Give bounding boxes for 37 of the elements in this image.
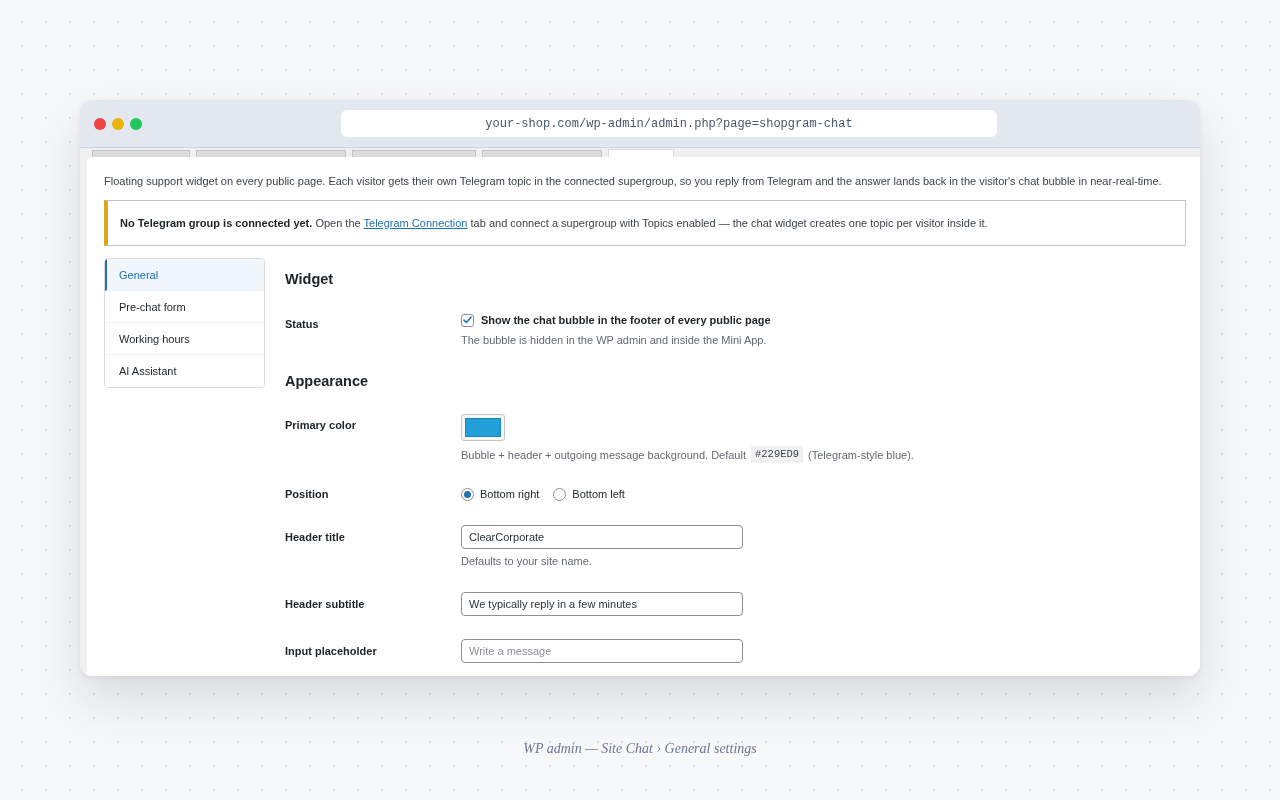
nav-tab[interactable] [608, 149, 674, 157]
field-label: Primary color [285, 418, 357, 433]
notice-link[interactable]: Telegram Connection [363, 217, 468, 229]
radio-label: Bottom left [572, 488, 625, 500]
field-description: (Telegram-style blue). [808, 447, 914, 463]
radio-button[interactable] [461, 487, 474, 501]
section-heading: Appearance [285, 372, 369, 391]
caption-text: WP admin — Site Chat › General settings [523, 740, 757, 758]
section-heading: Widget [285, 270, 335, 289]
nav-tab[interactable] [352, 150, 476, 157]
checkmark-icon [463, 316, 472, 324]
window-control-icon[interactable] [94, 117, 106, 130]
text-field[interactable]: ClearCorporate [461, 525, 743, 549]
field-description: The bubble is hidden in the WP admin and inside the Mini App. [461, 333, 767, 348]
text-field[interactable]: We typically reply in a few minutes [461, 592, 743, 616]
text-field[interactable]: Write a message [461, 639, 743, 663]
window-control-icon[interactable] [112, 117, 124, 130]
field-label: Header title [285, 530, 346, 545]
nav-tab[interactable] [196, 150, 346, 157]
field-label: Input placeholder [285, 644, 378, 659]
window-control-icon[interactable] [130, 117, 142, 130]
field-label: Header subtitle [285, 597, 366, 612]
color-code: #229ED9 [751, 446, 804, 463]
nav-tab[interactable] [482, 150, 602, 157]
notice-text: No Telegram group is connected yet. Open the Telegram Connection tab and connect a supergroup with Topics enabled — the chat widget creates one topic per visitor inside it. [120, 216, 988, 231]
intro-text: Floating support widget on every public page. Each visitor gets their own Telegram topic in the connected supergroup, so you reply from Telegram and the answer lands back in the visitor's chat bubble in near-real-time. [104, 174, 1163, 189]
field-description: Bubble + header + outgoing message background. Default [461, 447, 746, 463]
checkbox-label: Show the chat bubble in the footer of every public page [481, 314, 771, 326]
field-label: Position [285, 487, 330, 502]
sidebar-tab[interactable]: General [105, 259, 264, 291]
field-label: Status [285, 317, 320, 332]
nav-tab[interactable] [92, 150, 190, 157]
checkbox[interactable] [461, 313, 474, 327]
field-description: Defaults to your site name. [461, 554, 592, 569]
radio-label: Bottom right [480, 488, 540, 500]
radio-button[interactable] [553, 487, 567, 501]
address-bar[interactable]: your-shop.com/wp-admin/admin.php?page=shopgram-chat [341, 110, 997, 137]
